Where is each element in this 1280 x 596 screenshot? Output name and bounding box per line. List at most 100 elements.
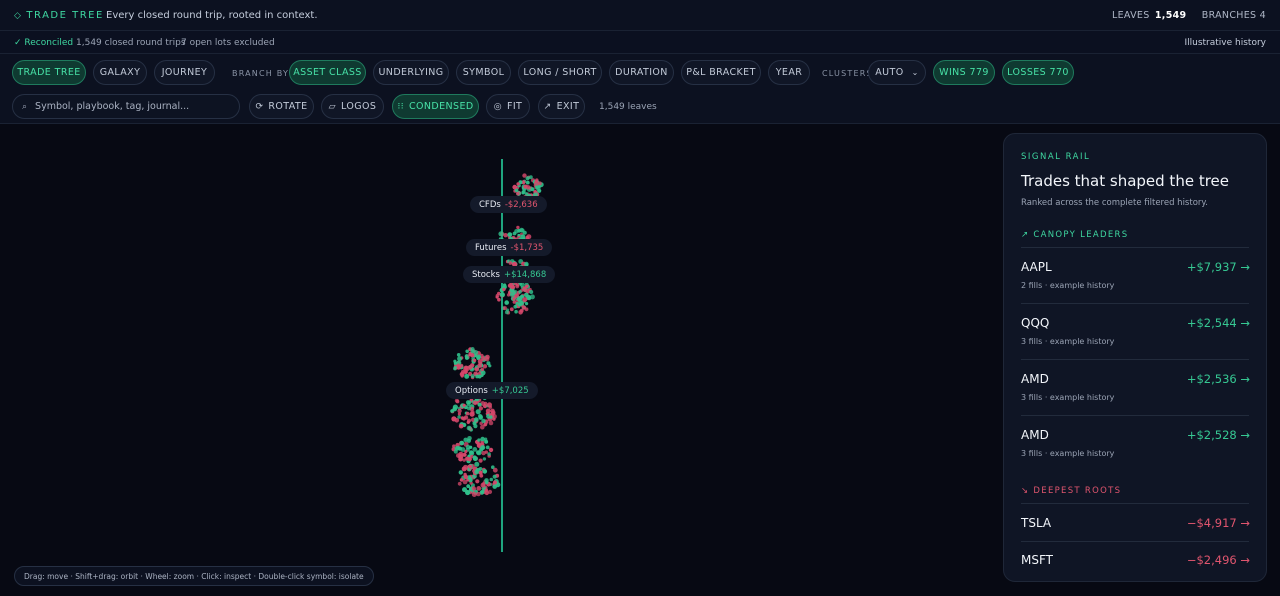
trade-leaf[interactable]: [489, 477, 494, 482]
trade-leaf[interactable]: [485, 445, 490, 450]
trade-leaf[interactable]: [477, 438, 481, 442]
trade-leaf[interactable]: [485, 408, 491, 414]
trade-leaf[interactable]: [478, 406, 483, 411]
trade-leaf[interactable]: [530, 187, 535, 192]
trade-leaf[interactable]: [474, 461, 480, 467]
trade-leaf[interactable]: [480, 445, 486, 451]
trade-leaf[interactable]: [482, 457, 487, 461]
trade-leaf[interactable]: [483, 401, 488, 406]
trade-leaf[interactable]: [523, 184, 528, 189]
trade-leaf[interactable]: [514, 309, 518, 314]
trade-leaf[interactable]: [485, 354, 490, 360]
trade-leaf[interactable]: [463, 415, 469, 420]
trade-leaf[interactable]: [484, 488, 489, 492]
trade-leaf[interactable]: [468, 477, 473, 481]
trade-leaf[interactable]: [499, 292, 505, 298]
branch-underlying[interactable]: UNDERLYING: [373, 60, 449, 85]
trade-leaf[interactable]: [488, 447, 494, 453]
trade-leaf[interactable]: [522, 305, 526, 310]
trade-leaf[interactable]: [459, 478, 464, 482]
rotate-button[interactable]: ⟳ ROTATE: [249, 94, 314, 119]
trade-leaf[interactable]: [470, 374, 475, 379]
trade-leaf[interactable]: [533, 180, 539, 186]
trade-leaf[interactable]: [464, 373, 470, 379]
trade-leaf[interactable]: [480, 370, 486, 376]
trade-leaf[interactable]: [459, 440, 465, 446]
logos-button[interactable]: ▱ LOGOS: [321, 94, 384, 119]
trade-leaf[interactable]: [451, 416, 457, 422]
branch-symbol[interactable]: SYMBOL: [456, 60, 511, 85]
trade-leaf[interactable]: [492, 467, 498, 473]
trade-leaf[interactable]: [464, 355, 469, 360]
trade-leaf[interactable]: [476, 354, 481, 360]
trade-leaf[interactable]: [512, 297, 516, 301]
trade-leaf[interactable]: [522, 297, 528, 303]
trade-leaf[interactable]: [519, 227, 524, 233]
trade-leaf[interactable]: [506, 293, 511, 297]
trade-leaf[interactable]: [508, 261, 513, 265]
trade-leaf[interactable]: [516, 182, 520, 186]
trade-leaf[interactable]: [489, 415, 493, 419]
branch-asset-class[interactable]: ASSET CLASS: [289, 60, 366, 85]
trade-leaf[interactable]: [484, 450, 488, 454]
trade-leaf[interactable]: [525, 176, 530, 181]
trade-leaf[interactable]: [466, 420, 470, 424]
trade-leaf[interactable]: [458, 423, 464, 429]
trade-leaf[interactable]: [454, 446, 460, 451]
trade-leaf[interactable]: [476, 491, 481, 497]
trade-leaf[interactable]: [525, 302, 529, 306]
trade-leaf[interactable]: [473, 417, 479, 423]
trade-leaf[interactable]: [457, 356, 463, 362]
app-brand[interactable]: ◇ TRADE TREE: [14, 10, 104, 21]
trade-leaf[interactable]: [472, 447, 478, 452]
trade-leaf[interactable]: [488, 420, 494, 426]
trade-leaf[interactable]: [480, 356, 486, 361]
trade-leaf[interactable]: [492, 480, 498, 485]
trade-leaf[interactable]: [522, 230, 527, 235]
trade-leaf[interactable]: [529, 294, 535, 300]
branch-label-options[interactable]: Options +$7,025: [446, 382, 538, 399]
branch-duration[interactable]: DURATION: [609, 60, 674, 85]
trade-leaf[interactable]: [513, 304, 518, 309]
trade-leaf[interactable]: [498, 231, 504, 237]
trade-leaf[interactable]: [465, 456, 470, 461]
trade-leaf[interactable]: [459, 371, 465, 377]
trade-leaf[interactable]: [503, 233, 508, 238]
trade-leaf[interactable]: [487, 489, 493, 494]
trade-leaf[interactable]: [460, 416, 465, 420]
trade-leaf[interactable]: [502, 306, 507, 311]
trade-leaf[interactable]: [529, 290, 534, 294]
trade-leaf[interactable]: [462, 452, 467, 457]
trade-leaf[interactable]: [470, 349, 475, 354]
branch-pnl-bracket[interactable]: P&L BRACKET: [681, 60, 761, 85]
trade-leaf[interactable]: [480, 482, 486, 488]
trade-leaf[interactable]: [478, 458, 483, 463]
trade-leaf[interactable]: [512, 300, 516, 304]
trade-leaf[interactable]: [504, 310, 509, 315]
trade-leaf[interactable]: [457, 415, 461, 419]
trade-leaf[interactable]: [458, 456, 463, 462]
trade-leaf[interactable]: [453, 359, 457, 363]
view-trade-tree[interactable]: TRADE TREE: [12, 60, 86, 85]
trade-leaf[interactable]: [458, 470, 463, 475]
trade-leaf[interactable]: [471, 492, 477, 497]
trade-leaf[interactable]: [483, 422, 488, 427]
branch-long-short[interactable]: LONG / SHORT: [518, 60, 602, 85]
trade-leaf[interactable]: [466, 425, 472, 431]
trade-leaf[interactable]: [476, 450, 482, 456]
trade-leaf[interactable]: [519, 308, 524, 313]
trade-leaf[interactable]: [517, 302, 522, 307]
search-box[interactable]: ⌕: [12, 94, 240, 119]
trade-leaf[interactable]: [465, 411, 470, 416]
view-galaxy[interactable]: GALAXY: [93, 60, 147, 85]
trade-leaf[interactable]: [504, 300, 510, 305]
tree-canvas[interactable]: CFDs -$2,636 Futures -$1,735 Stocks +$14,86…: [0, 124, 1280, 596]
trade-leaf[interactable]: [487, 452, 491, 456]
trade-leaf[interactable]: [463, 437, 469, 443]
trade-leaf[interactable]: [481, 418, 486, 424]
trade-leaf[interactable]: [462, 403, 466, 407]
fit-button[interactable]: ◎ FIT: [486, 94, 530, 119]
trade-leaf[interactable]: [468, 365, 473, 370]
trade-leaf[interactable]: [475, 367, 480, 372]
trade-leaf[interactable]: [463, 366, 468, 372]
